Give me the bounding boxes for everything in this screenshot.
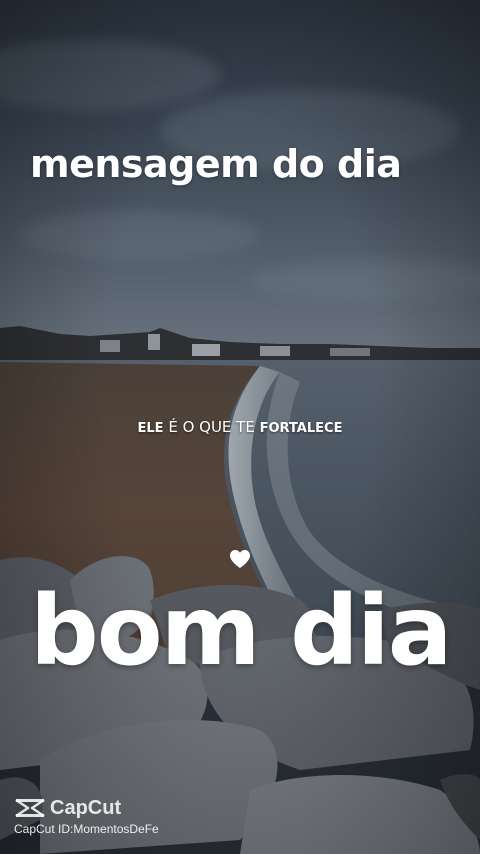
- phrase-part-2: É O QUE TE: [163, 418, 260, 436]
- phrase-text: ELE É O QUE TE FORTALECE: [0, 418, 480, 436]
- headline-text: mensagem do dia: [30, 142, 402, 186]
- capcut-id-text: CapCut ID:MomentosDeFe: [14, 822, 159, 836]
- capcut-brand-text: CapCut: [50, 796, 122, 819]
- heart-icon: [230, 550, 250, 568]
- phrase-part-3: FORTALECE: [259, 421, 343, 436]
- capcut-brand-row: CapCut: [14, 796, 159, 820]
- capcut-logo-icon: [15, 798, 45, 818]
- phrase-part-1: ELE: [137, 421, 164, 436]
- capcut-watermark: CapCut CapCut ID:MomentosDeFe: [14, 796, 159, 837]
- greeting-text: bom dia: [30, 575, 453, 687]
